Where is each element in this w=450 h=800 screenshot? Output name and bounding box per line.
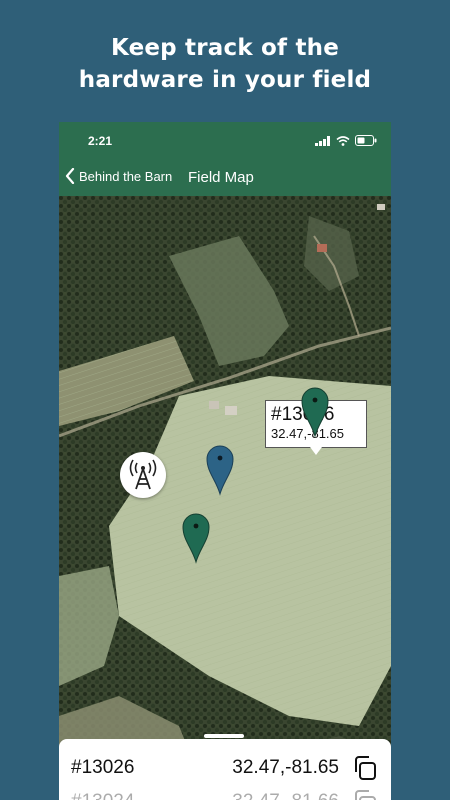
headline-line-2: hardware in your field (78, 67, 372, 93)
back-button-label: Behind the Barn (79, 168, 173, 184)
list-item-coordinates: 32.47,-81.65 (232, 757, 339, 778)
battery-icon (355, 135, 377, 146)
copy-button[interactable] (351, 754, 379, 782)
status-icons (315, 135, 377, 146)
status-time: 2:21 (88, 134, 113, 148)
headline-line-1: Keep track of the (110, 35, 340, 61)
list-item[interactable]: #13026 32.47,-81.65 (59, 753, 391, 783)
page-title: Field Map (188, 169, 254, 186)
map-pin-blue[interactable] (206, 444, 234, 496)
cell-tower-icon (129, 459, 157, 490)
list-item-coordinates: 32.47,-81.66 (232, 791, 339, 800)
map-pin-green[interactable] (182, 512, 210, 564)
list-item-id: #13026 (71, 757, 135, 778)
map-pin-13026[interactable] (301, 386, 329, 438)
signal-icon (315, 135, 330, 146)
gateway-marker[interactable] (120, 452, 166, 498)
list-item-id: #13024 (71, 791, 134, 800)
list-item[interactable]: #13024 32.47,-81.66 (59, 787, 391, 800)
navigation-bar: Behind the Barn Field Map (59, 160, 391, 196)
copy-button[interactable] (351, 788, 379, 800)
chevron-left-icon (65, 168, 75, 184)
back-button[interactable]: Behind the Barn (65, 168, 172, 184)
marker-list-sheet[interactable]: #13026 32.47,-81.65 #13024 32.47,-81.66 (59, 734, 391, 800)
satellite-map[interactable]: #13026 32.47,-81.65 (59, 196, 391, 800)
wifi-icon (336, 135, 350, 146)
copy-icon (355, 756, 376, 780)
phone-screen: 2:21 Behind the Barn Field Map #13026 32… (59, 122, 391, 800)
status-bar: 2:21 (59, 122, 391, 160)
promo-headline: Keep track of the hardware in your field (0, 32, 450, 96)
satellite-imagery (59, 196, 391, 800)
copy-icon (355, 790, 376, 800)
sheet-grabber[interactable] (204, 734, 244, 738)
